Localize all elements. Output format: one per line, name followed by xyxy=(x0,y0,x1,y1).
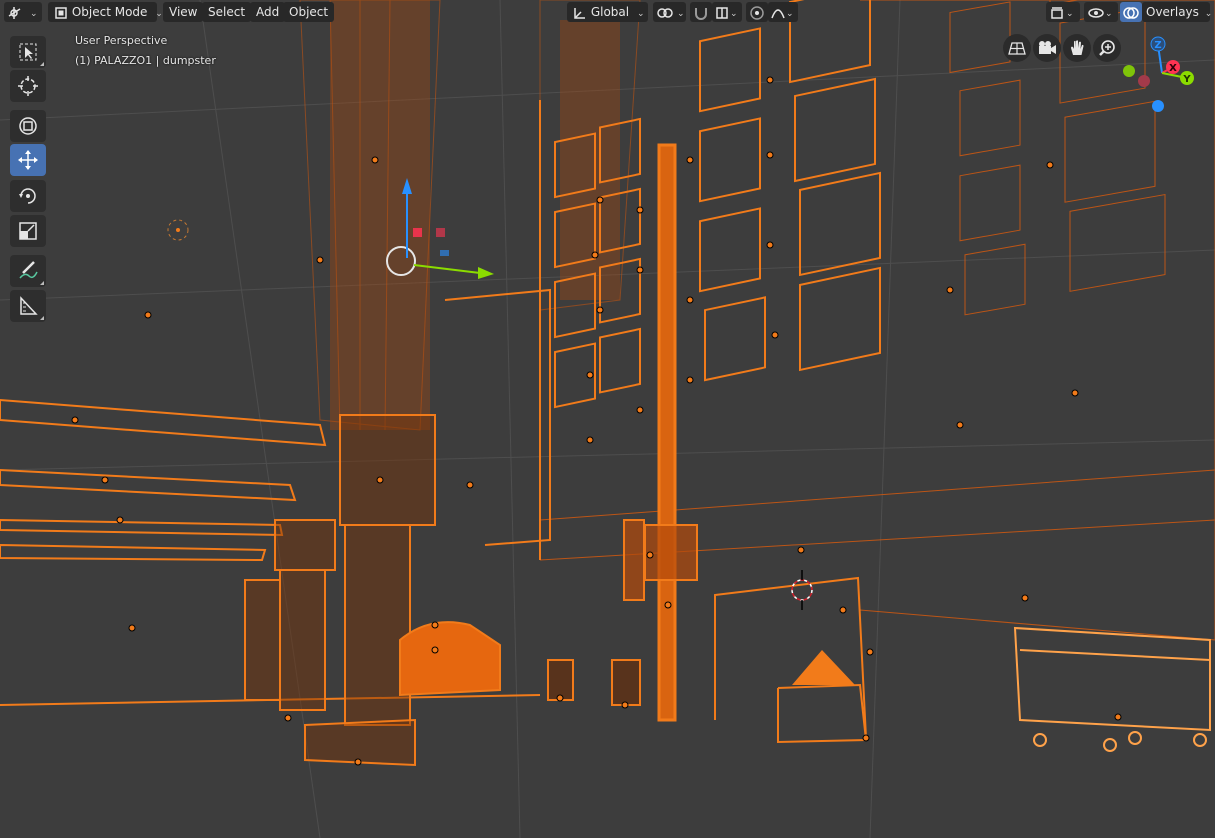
chevron-down-icon: ⌄ xyxy=(786,9,794,19)
menu-object[interactable]: Object xyxy=(283,2,335,22)
tool-move[interactable] xyxy=(10,144,46,176)
menu-view[interactable]: View xyxy=(163,2,204,22)
navigation-gizmo[interactable]: Z X Y xyxy=(1118,32,1208,122)
zoom-icon xyxy=(1099,40,1115,56)
annotate-icon xyxy=(19,261,38,279)
magnet-icon xyxy=(695,7,707,20)
chevron-down-icon: ⌄ xyxy=(1066,9,1074,19)
tool-select-box[interactable] xyxy=(10,36,46,68)
gizmos-visibility[interactable]: ⌄ xyxy=(1084,2,1118,22)
menu-select[interactable]: Select xyxy=(202,2,252,22)
transform-icon xyxy=(19,117,37,135)
object-types-icon xyxy=(1051,6,1063,19)
mode-dropdown[interactable]: Object Mode ⌄ xyxy=(48,2,163,22)
neg-y-axis-handle[interactable] xyxy=(1123,65,1135,77)
pan-view-button[interactable] xyxy=(1063,34,1091,62)
svg-text:X: X xyxy=(1169,63,1177,74)
viewport-header: ⌄ Object Mode ⌄ View Select Add Object G… xyxy=(0,0,1215,24)
perspective-toggle-icon xyxy=(1008,42,1026,55)
zoom-view-button[interactable] xyxy=(1093,34,1121,62)
y-axis-handle[interactable]: Y xyxy=(1180,71,1194,85)
toggle-perspective-button[interactable] xyxy=(1003,34,1031,62)
measure-icon xyxy=(20,296,38,315)
editor-type-button[interactable]: ⌄ xyxy=(4,2,42,22)
perspective-label: User Perspective xyxy=(75,34,168,47)
proportional-edit-toggle[interactable] xyxy=(746,2,768,22)
3d-viewport[interactable] xyxy=(0,0,1215,838)
mode-label: Object Mode xyxy=(71,5,148,19)
chevron-down-icon: ⌄ xyxy=(1105,9,1113,19)
chevron-down-icon: ⌄ xyxy=(677,9,685,19)
overlays-label: Overlays xyxy=(1146,5,1199,19)
tool-rotate[interactable] xyxy=(10,180,46,212)
pivot-point-dropdown[interactable]: ⌄ xyxy=(653,2,686,22)
camera-view-icon xyxy=(1039,41,1056,54)
svg-text:Y: Y xyxy=(1182,74,1191,85)
proportional-edit-icon xyxy=(750,5,764,20)
tool-measure[interactable] xyxy=(10,290,46,322)
scene-wireframe[interactable] xyxy=(0,0,1215,838)
orientation-label: Global xyxy=(590,5,630,19)
falloff-curve-icon xyxy=(771,8,785,18)
neg-x-axis-handle[interactable] xyxy=(1138,75,1150,87)
rotate-icon xyxy=(19,188,36,204)
chevron-down-icon: ⌄ xyxy=(155,9,163,19)
z-axis-handle[interactable]: Z xyxy=(1150,36,1166,52)
scale-icon xyxy=(19,222,37,240)
camera-view-button[interactable] xyxy=(1033,34,1061,62)
pivot-icon xyxy=(657,7,673,18)
snap-toggle[interactable] xyxy=(690,2,712,22)
overlays-dropdown[interactable]: Overlays ⌄ xyxy=(1142,2,1213,22)
orientation-icon xyxy=(574,7,585,19)
chevron-down-icon: ⌄ xyxy=(730,9,738,19)
proportional-falloff-dropdown[interactable]: ⌄ xyxy=(768,2,798,22)
active-object-label: (1) PALAZZO1 | dumpster xyxy=(75,54,216,67)
overlays-toggle[interactable] xyxy=(1120,2,1142,22)
gizmo-eye-icon xyxy=(1088,7,1104,18)
tool-scale[interactable] xyxy=(10,215,46,247)
snap-target-icon xyxy=(716,6,728,19)
chevron-down-icon: ⌄ xyxy=(1204,9,1213,19)
chevron-down-icon: ⌄ xyxy=(30,9,38,19)
select-box-icon xyxy=(19,43,37,61)
menu-add[interactable]: Add xyxy=(250,2,286,22)
svg-text:Z: Z xyxy=(1154,40,1161,51)
object-types-visibility[interactable]: ⌄ xyxy=(1046,2,1080,22)
cursor-icon xyxy=(18,76,38,96)
neg-z-axis-handle[interactable] xyxy=(1152,100,1164,112)
overlays-icon xyxy=(1123,6,1139,19)
snap-target-dropdown[interactable]: ⌄ xyxy=(712,2,742,22)
3d-viewport-icon xyxy=(8,6,21,19)
chevron-down-icon: ⌄ xyxy=(636,9,645,19)
tool-cursor[interactable] xyxy=(10,70,46,102)
transform-orientation-dropdown[interactable]: Global ⌄ xyxy=(567,2,648,22)
tool-annotate[interactable] xyxy=(10,255,46,287)
object-mode-icon xyxy=(55,6,67,19)
pan-hand-icon xyxy=(1071,40,1084,55)
tool-transform[interactable] xyxy=(10,110,46,142)
move-icon xyxy=(18,150,38,170)
x-axis-handle[interactable]: X xyxy=(1166,60,1180,74)
